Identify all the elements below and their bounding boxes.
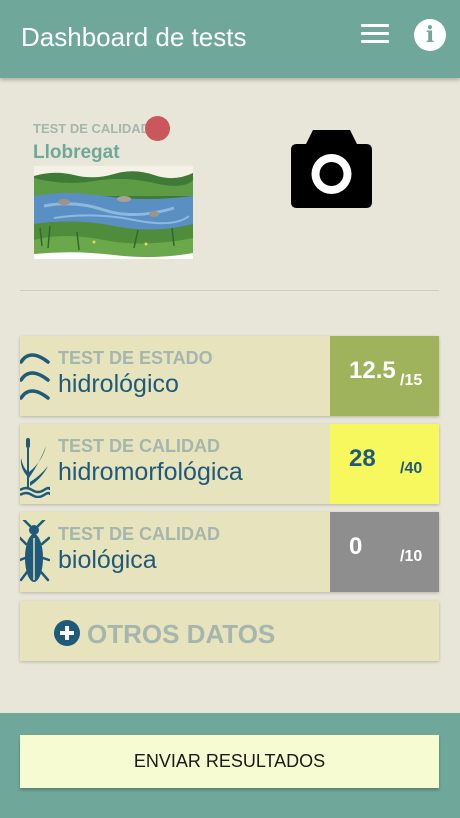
score-max: /15 — [400, 372, 423, 389]
score-value: 12.5 — [349, 357, 396, 384]
site-info: TEST DE CALIDAD Llobregat — [33, 116, 208, 266]
test-card-biologica[interactable]: TEST DE CALIDAD biológica 0 /10 — [18, 512, 439, 592]
score-value: 0 — [349, 533, 363, 560]
score-max: /40 — [400, 460, 423, 477]
score-box: 0 /10 — [330, 512, 439, 592]
score-value: 28 — [349, 445, 376, 472]
app-bar: Dashboard de tests i — [0, 0, 460, 78]
test-pretitle: TEST DE ESTADO — [58, 348, 213, 368]
page-title: Dashboard de tests — [21, 22, 247, 52]
hamburger-menu-icon[interactable] — [361, 24, 389, 50]
status-indicator-dot — [145, 116, 170, 141]
site-name: Llobregat — [33, 142, 120, 163]
score-box: 12.5 /15 — [330, 336, 439, 416]
divider — [20, 290, 439, 291]
reeds-icon — [19, 432, 52, 499]
score-max: /10 — [400, 548, 423, 565]
site-photo[interactable] — [34, 166, 193, 259]
test-title: biológica — [58, 546, 157, 574]
test-title: hidromorfológica — [58, 458, 243, 486]
waves-icon — [19, 344, 50, 410]
test-title: hidrológico — [58, 370, 179, 398]
plus-circle-icon — [54, 620, 80, 646]
send-results-button[interactable]: ENVIAR RESULTADOS — [20, 735, 439, 788]
insect-icon — [18, 518, 51, 586]
camera-icon[interactable] — [291, 130, 372, 208]
site-pretitle: TEST DE CALIDAD — [33, 121, 150, 136]
test-card-hidromorfologica[interactable]: TEST DE CALIDAD hidromorfológica 28 /40 — [19, 424, 439, 504]
bottom-bar: ENVIAR RESULTADOS — [0, 713, 460, 818]
otros-datos-button[interactable]: OTROS DATOS — [20, 601, 439, 661]
info-icon[interactable]: i — [414, 19, 446, 51]
test-card-hidrologico[interactable]: TEST DE ESTADO hidrológico 12.5 /15 — [19, 336, 439, 416]
test-pretitle: TEST DE CALIDAD — [58, 524, 220, 544]
otros-datos-label: OTROS DATOS — [87, 619, 276, 649]
test-pretitle: TEST DE CALIDAD — [58, 436, 220, 456]
score-box: 28 /40 — [330, 424, 439, 504]
